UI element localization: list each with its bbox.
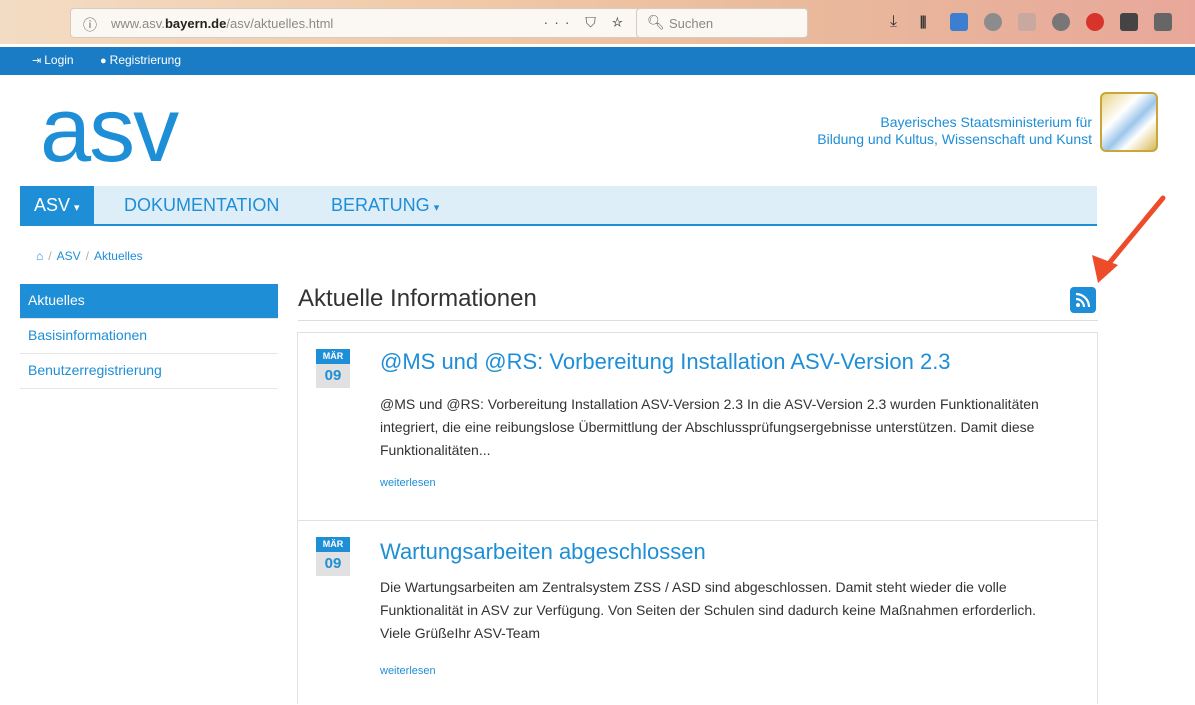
browser-search-input[interactable]: 🔍︎ Suchen	[636, 8, 808, 38]
nav-item-asv[interactable]: ASV ▾	[20, 186, 94, 224]
url-text: www.asv.bayern.de/asv/aktuelles.html	[111, 16, 334, 31]
news-title-link[interactable]: @MS und @RS: Vorbereitung Installation A…	[380, 349, 951, 375]
toolbar-icons: ⤓ ⫼	[890, 10, 1172, 34]
news-excerpt: @MS und @RS: Vorbereitung Installation A…	[380, 396, 1039, 458]
asv-logo[interactable]: asv	[40, 80, 179, 180]
news-excerpt: Die Wartungsarbeiten am Zentralsystem ZS…	[380, 579, 1037, 641]
news-title-link[interactable]: Wartungsarbeiten abgeschlossen	[380, 539, 706, 565]
extension-icon[interactable]	[984, 13, 1002, 31]
read-more-link[interactable]: weiterlesen	[380, 665, 436, 677]
library-icon[interactable]: ⫼	[920, 13, 934, 31]
page-actions-icons[interactable]: ··· ⛉ ☆	[544, 14, 629, 31]
address-bar[interactable]: ⓘ www.asv.bayern.de/asv/aktuelles.html ·…	[70, 8, 640, 38]
browser-toolbar: ⓘ www.asv.bayern.de/asv/aktuelles.html ·…	[0, 0, 1195, 44]
adblock-icon[interactable]	[1086, 13, 1104, 31]
bavarian-crest-logo[interactable]	[1100, 92, 1158, 152]
ministry-name[interactable]: Bayerisches Staatsministerium für Bildun…	[817, 114, 1092, 148]
sidebar: Aktuelles Basisinformationen Benutzerreg…	[20, 284, 278, 389]
extension-icon[interactable]	[1154, 13, 1172, 31]
date-badge: MÄR 09	[316, 349, 350, 388]
login-icon: ⇥	[32, 55, 42, 67]
home-icon[interactable]: ⌂	[36, 249, 43, 263]
date-badge: MÄR 09	[316, 537, 350, 576]
info-icon[interactable]: ⓘ	[83, 15, 97, 35]
title-divider	[298, 320, 1098, 321]
extension-icon[interactable]	[1018, 13, 1036, 31]
news-list: MÄR 09 @MS und @RS: Vorbereitung Install…	[297, 332, 1098, 704]
rss-icon	[1075, 292, 1091, 308]
extension-icon[interactable]	[1052, 13, 1070, 31]
register-link[interactable]: ● Registrierung	[100, 53, 181, 67]
login-link[interactable]: ⇥ Login	[32, 53, 74, 67]
nav-item-dokumentation[interactable]: DOKUMENTATION	[124, 186, 279, 224]
search-placeholder: Suchen	[669, 16, 714, 31]
breadcrumb-aktuelles[interactable]: Aktuelles	[94, 249, 143, 263]
caret-down-icon: ▾	[74, 202, 80, 214]
top-bar: ⇥ Login ● Registrierung	[0, 47, 1195, 75]
page-title: Aktuelle Informationen	[298, 285, 537, 312]
user-icon: ●	[100, 55, 107, 67]
search-icon: 🔍︎	[647, 14, 665, 30]
sidebar-item-basisinformationen[interactable]: Basisinformationen	[20, 319, 278, 354]
nav-item-beratung[interactable]: BERATUNG ▾	[331, 186, 439, 224]
news-item: MÄR 09 Wartungsarbeiten abgeschlossen Di…	[298, 521, 1097, 705]
caret-down-icon: ▾	[433, 202, 440, 214]
breadcrumb: ⌂ / ASV / Aktuelles	[36, 249, 143, 263]
news-item: MÄR 09 @MS und @RS: Vorbereitung Install…	[298, 333, 1097, 521]
breadcrumb-asv[interactable]: ASV	[57, 249, 81, 263]
read-more-link[interactable]: weiterlesen	[380, 477, 436, 489]
extension-icon[interactable]	[950, 13, 968, 31]
sidebar-item-aktuelles[interactable]: Aktuelles	[20, 284, 278, 319]
extension-icon[interactable]	[1120, 13, 1138, 31]
main-navigation: ASV ▾ DOKUMENTATION BERATUNG ▾	[20, 186, 1097, 226]
download-icon[interactable]: ⤓	[890, 13, 904, 31]
annotation-arrow	[1092, 195, 1166, 283]
sidebar-item-benutzerregistrierung[interactable]: Benutzerregistrierung	[20, 354, 278, 389]
rss-feed-button[interactable]	[1070, 287, 1096, 313]
